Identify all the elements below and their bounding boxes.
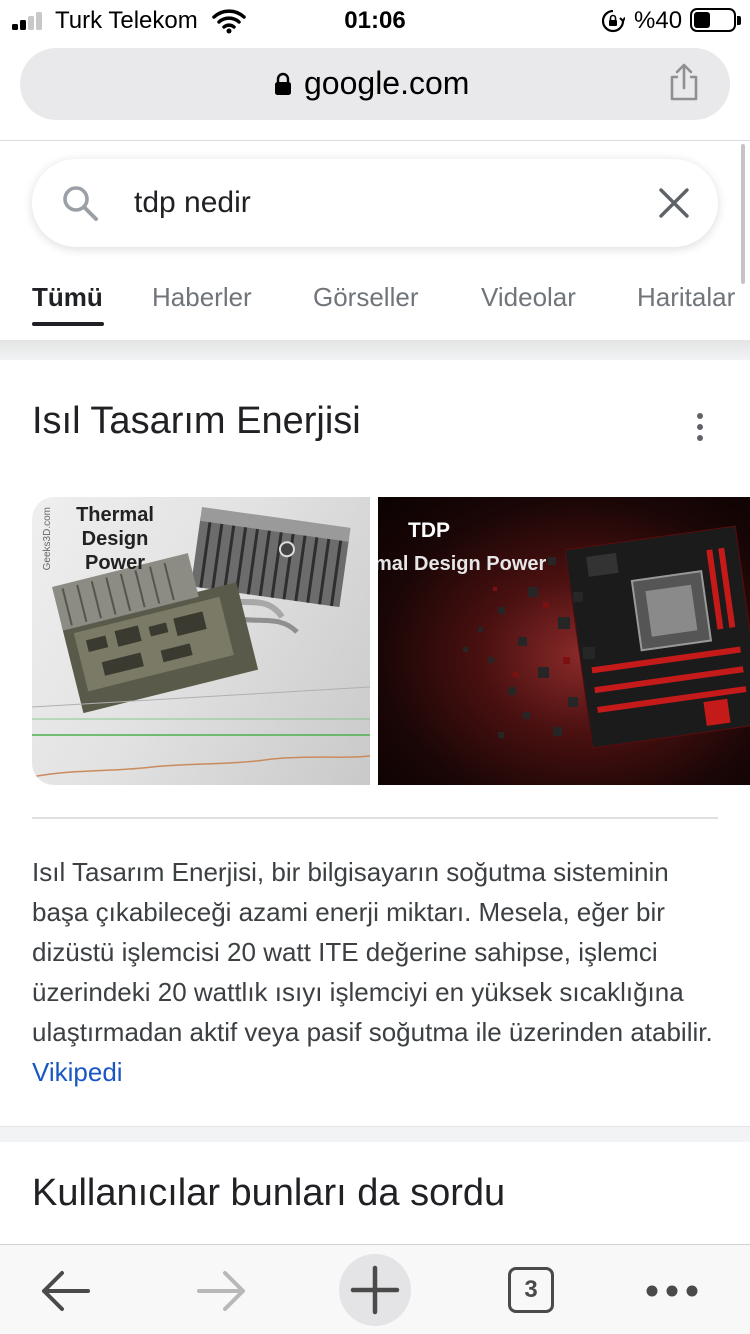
forward-button[interactable]: [185, 1245, 255, 1334]
search-box[interactable]: [32, 159, 718, 247]
more-button[interactable]: [640, 1245, 704, 1334]
address-bar[interactable]: google.com: [20, 48, 730, 120]
back-button[interactable]: [30, 1245, 100, 1334]
people-also-ask-title: Kullanıcılar bunları da sordu: [32, 1172, 506, 1214]
image-2-subtitle: mal Design Power: [378, 553, 547, 575]
scrollbar[interactable]: [741, 144, 745, 284]
search-tabs: Tümü Haberler Görseller Videolar Harital…: [0, 270, 750, 330]
rotation-lock-icon: [601, 9, 625, 33]
divider: [32, 817, 718, 819]
knowledge-panel-title[interactable]: Isıl Tasarım Enerjisi: [32, 400, 361, 443]
tab-maps[interactable]: Haritalar: [637, 282, 735, 313]
caption-line: Design: [81, 528, 149, 550]
knowledge-description: Isıl Tasarım Enerjisi, bir bilgisayarın …: [32, 852, 722, 1092]
more-horiz-icon: [646, 1285, 698, 1297]
close-icon[interactable]: [656, 185, 692, 221]
source-link[interactable]: Vikipedi: [32, 1057, 123, 1087]
tab-videos[interactable]: Videolar: [481, 282, 576, 313]
knowledge-image-2[interactable]: TDP mal Design Power: [378, 497, 750, 785]
description-text: Isıl Tasarım Enerjisi, bir bilgisayarın …: [32, 857, 713, 1047]
browser-toolbar: 3: [0, 1244, 750, 1334]
tab-news[interactable]: Haberler: [152, 282, 252, 313]
knowledge-image-1[interactable]: Geeks3D.com Thermal Design Power: [32, 497, 370, 785]
tab-images[interactable]: Görseller: [313, 282, 418, 313]
search-icon[interactable]: [60, 183, 100, 223]
arrow-right-icon: [197, 1271, 245, 1311]
more-vert-icon[interactable]: [690, 410, 710, 444]
caption-line: Thermal: [76, 504, 154, 526]
image-watermark: Geeks3D.com: [42, 507, 53, 571]
search-input[interactable]: [134, 181, 634, 225]
lock-icon: [275, 72, 291, 95]
arrow-left-icon: [42, 1271, 90, 1311]
new-tab-button[interactable]: [338, 1245, 412, 1334]
status-bar: Turk Telekom 01:06 %40: [0, 0, 750, 42]
section-separator: [0, 340, 750, 360]
active-tab-indicator: [32, 322, 104, 326]
battery-icon: [690, 8, 741, 32]
tab-all[interactable]: Tümü: [32, 282, 103, 313]
share-icon[interactable]: [667, 62, 701, 102]
image-1-caption: Thermal Design Power: [60, 503, 170, 575]
divider: [0, 140, 750, 141]
section-separator: [0, 1126, 750, 1142]
plus-icon: [339, 1254, 411, 1326]
image-2-title: TDP: [408, 519, 450, 542]
battery-percent: %40: [634, 7, 683, 34]
url-domain: google.com: [304, 65, 470, 101]
tab-switcher-button[interactable]: 3: [508, 1267, 554, 1313]
caption-line: Power: [84, 552, 146, 574]
